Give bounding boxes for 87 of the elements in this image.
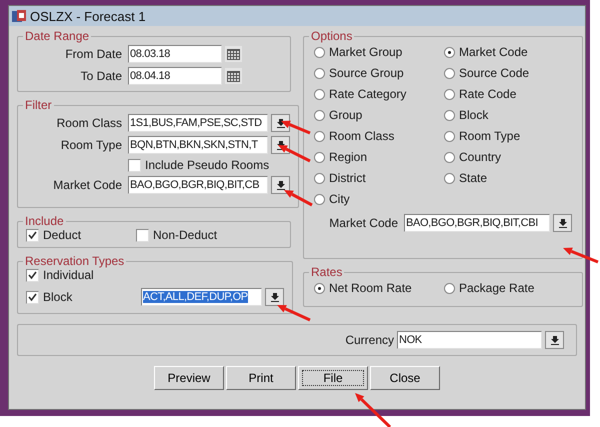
dropdown-button[interactable] bbox=[545, 331, 564, 349]
radio-label: District bbox=[329, 171, 366, 185]
currency-field[interactable]: NOK bbox=[397, 331, 542, 349]
dialog-button[interactable]: Close bbox=[370, 366, 440, 390]
radio-button[interactable] bbox=[444, 282, 455, 294]
checkbox-label: Block bbox=[43, 290, 72, 304]
radio-button[interactable] bbox=[314, 88, 325, 100]
dropdown-field[interactable]: ACT,ALL,DEF,DUP,OP bbox=[141, 288, 262, 306]
checkbox-label: Include Pseudo Rooms bbox=[145, 158, 270, 172]
radio-label: Rate Category bbox=[329, 87, 406, 101]
field-label: Room Type bbox=[60, 138, 123, 152]
group-title: Date Range bbox=[24, 29, 90, 43]
checkbox-label: Non-Deduct bbox=[153, 228, 218, 242]
radio-button[interactable] bbox=[314, 172, 325, 184]
radio-label: Source Code bbox=[459, 66, 530, 80]
window-title: OSLZX - Forecast 1 bbox=[30, 8, 146, 24]
radio-label: Rate Code bbox=[459, 87, 516, 101]
radio-label: State bbox=[459, 171, 488, 185]
group-title: Rates bbox=[310, 265, 344, 279]
radio-label: Region bbox=[329, 150, 368, 164]
annotation-arrow bbox=[355, 393, 392, 427]
app-icon bbox=[11, 9, 27, 23]
group-title: Filter bbox=[24, 98, 53, 112]
checkbox[interactable] bbox=[26, 290, 39, 304]
field-label: From Date bbox=[64, 47, 123, 61]
dialog-button[interactable]: Print bbox=[226, 366, 296, 390]
checkbox-label: Individual bbox=[43, 268, 94, 282]
radio-button[interactable] bbox=[314, 110, 325, 120]
dropdown-button[interactable] bbox=[553, 214, 572, 232]
group-title: Options bbox=[310, 29, 354, 43]
radio-button[interactable] bbox=[444, 110, 455, 120]
dropdown-field[interactable]: BQN,BTN,BKN,SKN,STN,T bbox=[128, 136, 268, 154]
radio-label: Package Rate bbox=[459, 281, 534, 295]
dropdown-button[interactable] bbox=[265, 288, 284, 306]
download-icon bbox=[550, 336, 558, 344]
radio-label: Market Code bbox=[459, 45, 528, 59]
field-label: Room Class bbox=[56, 116, 123, 130]
radio-label: Room Type bbox=[459, 129, 520, 143]
radio-label: Country bbox=[459, 150, 502, 164]
field-label: Currency bbox=[345, 333, 394, 347]
radio-button[interactable] bbox=[444, 172, 455, 184]
radio-button[interactable] bbox=[314, 46, 325, 58]
download-icon bbox=[558, 218, 566, 228]
calendar-icon[interactable] bbox=[225, 68, 242, 84]
radio-button[interactable] bbox=[444, 46, 455, 58]
annotation-arrow bbox=[284, 190, 313, 206]
calendar-icon[interactable] bbox=[225, 46, 242, 62]
dropdown-button[interactable] bbox=[271, 176, 290, 194]
radio-label: Group bbox=[329, 108, 362, 122]
annotation-arrow bbox=[281, 120, 311, 134]
radio-button[interactable] bbox=[444, 88, 455, 100]
dialog-button[interactable]: File bbox=[298, 366, 368, 390]
dropdown-field[interactable]: BAO,BGO,BGR,BIQ,BIT,CBI bbox=[404, 214, 550, 232]
radio-button[interactable] bbox=[314, 152, 325, 162]
checkbox[interactable] bbox=[128, 158, 141, 172]
radio-label: Source Group bbox=[329, 66, 404, 80]
annotation-arrow bbox=[277, 305, 311, 322]
radio-label: Market Group bbox=[329, 45, 402, 59]
field-label: Market Code bbox=[328, 216, 399, 230]
radio-button[interactable] bbox=[314, 194, 325, 204]
checkbox[interactable] bbox=[26, 268, 39, 282]
radio-button[interactable] bbox=[314, 130, 325, 142]
field-label: To Date bbox=[80, 69, 123, 83]
radio-label: Net Room Rate bbox=[329, 281, 412, 295]
date-field[interactable]: 08.04.18 bbox=[128, 67, 222, 85]
annotation-arrow bbox=[278, 145, 311, 162]
radio-label: City bbox=[329, 192, 350, 206]
radio-button[interactable] bbox=[444, 130, 455, 142]
annotation-arrow bbox=[563, 248, 599, 264]
radio-button[interactable] bbox=[444, 152, 455, 162]
radio-button[interactable] bbox=[314, 68, 325, 78]
date-field[interactable]: 08.03.18 bbox=[128, 45, 222, 63]
checkbox-label: Deduct bbox=[43, 228, 82, 242]
radio-label: Block bbox=[459, 108, 488, 122]
radio-button[interactable] bbox=[444, 68, 455, 78]
field-label: Market Code bbox=[52, 178, 123, 192]
group-title: Reservation Types bbox=[24, 254, 126, 268]
dropdown-field[interactable]: BAO,BGO,BGR,BIQ,BIT,CB bbox=[128, 176, 268, 194]
dialog-button[interactable]: Preview bbox=[154, 366, 224, 390]
dropdown-field[interactable]: 1S1,BUS,FAM,PSE,SC,STD bbox=[128, 114, 268, 132]
download-icon bbox=[270, 292, 278, 302]
radio-label: Room Class bbox=[329, 129, 394, 143]
radio-button[interactable] bbox=[314, 282, 325, 294]
checkbox[interactable] bbox=[26, 228, 39, 242]
download-icon bbox=[276, 180, 284, 190]
group-title: Include bbox=[24, 214, 65, 228]
checkbox[interactable] bbox=[136, 228, 149, 242]
